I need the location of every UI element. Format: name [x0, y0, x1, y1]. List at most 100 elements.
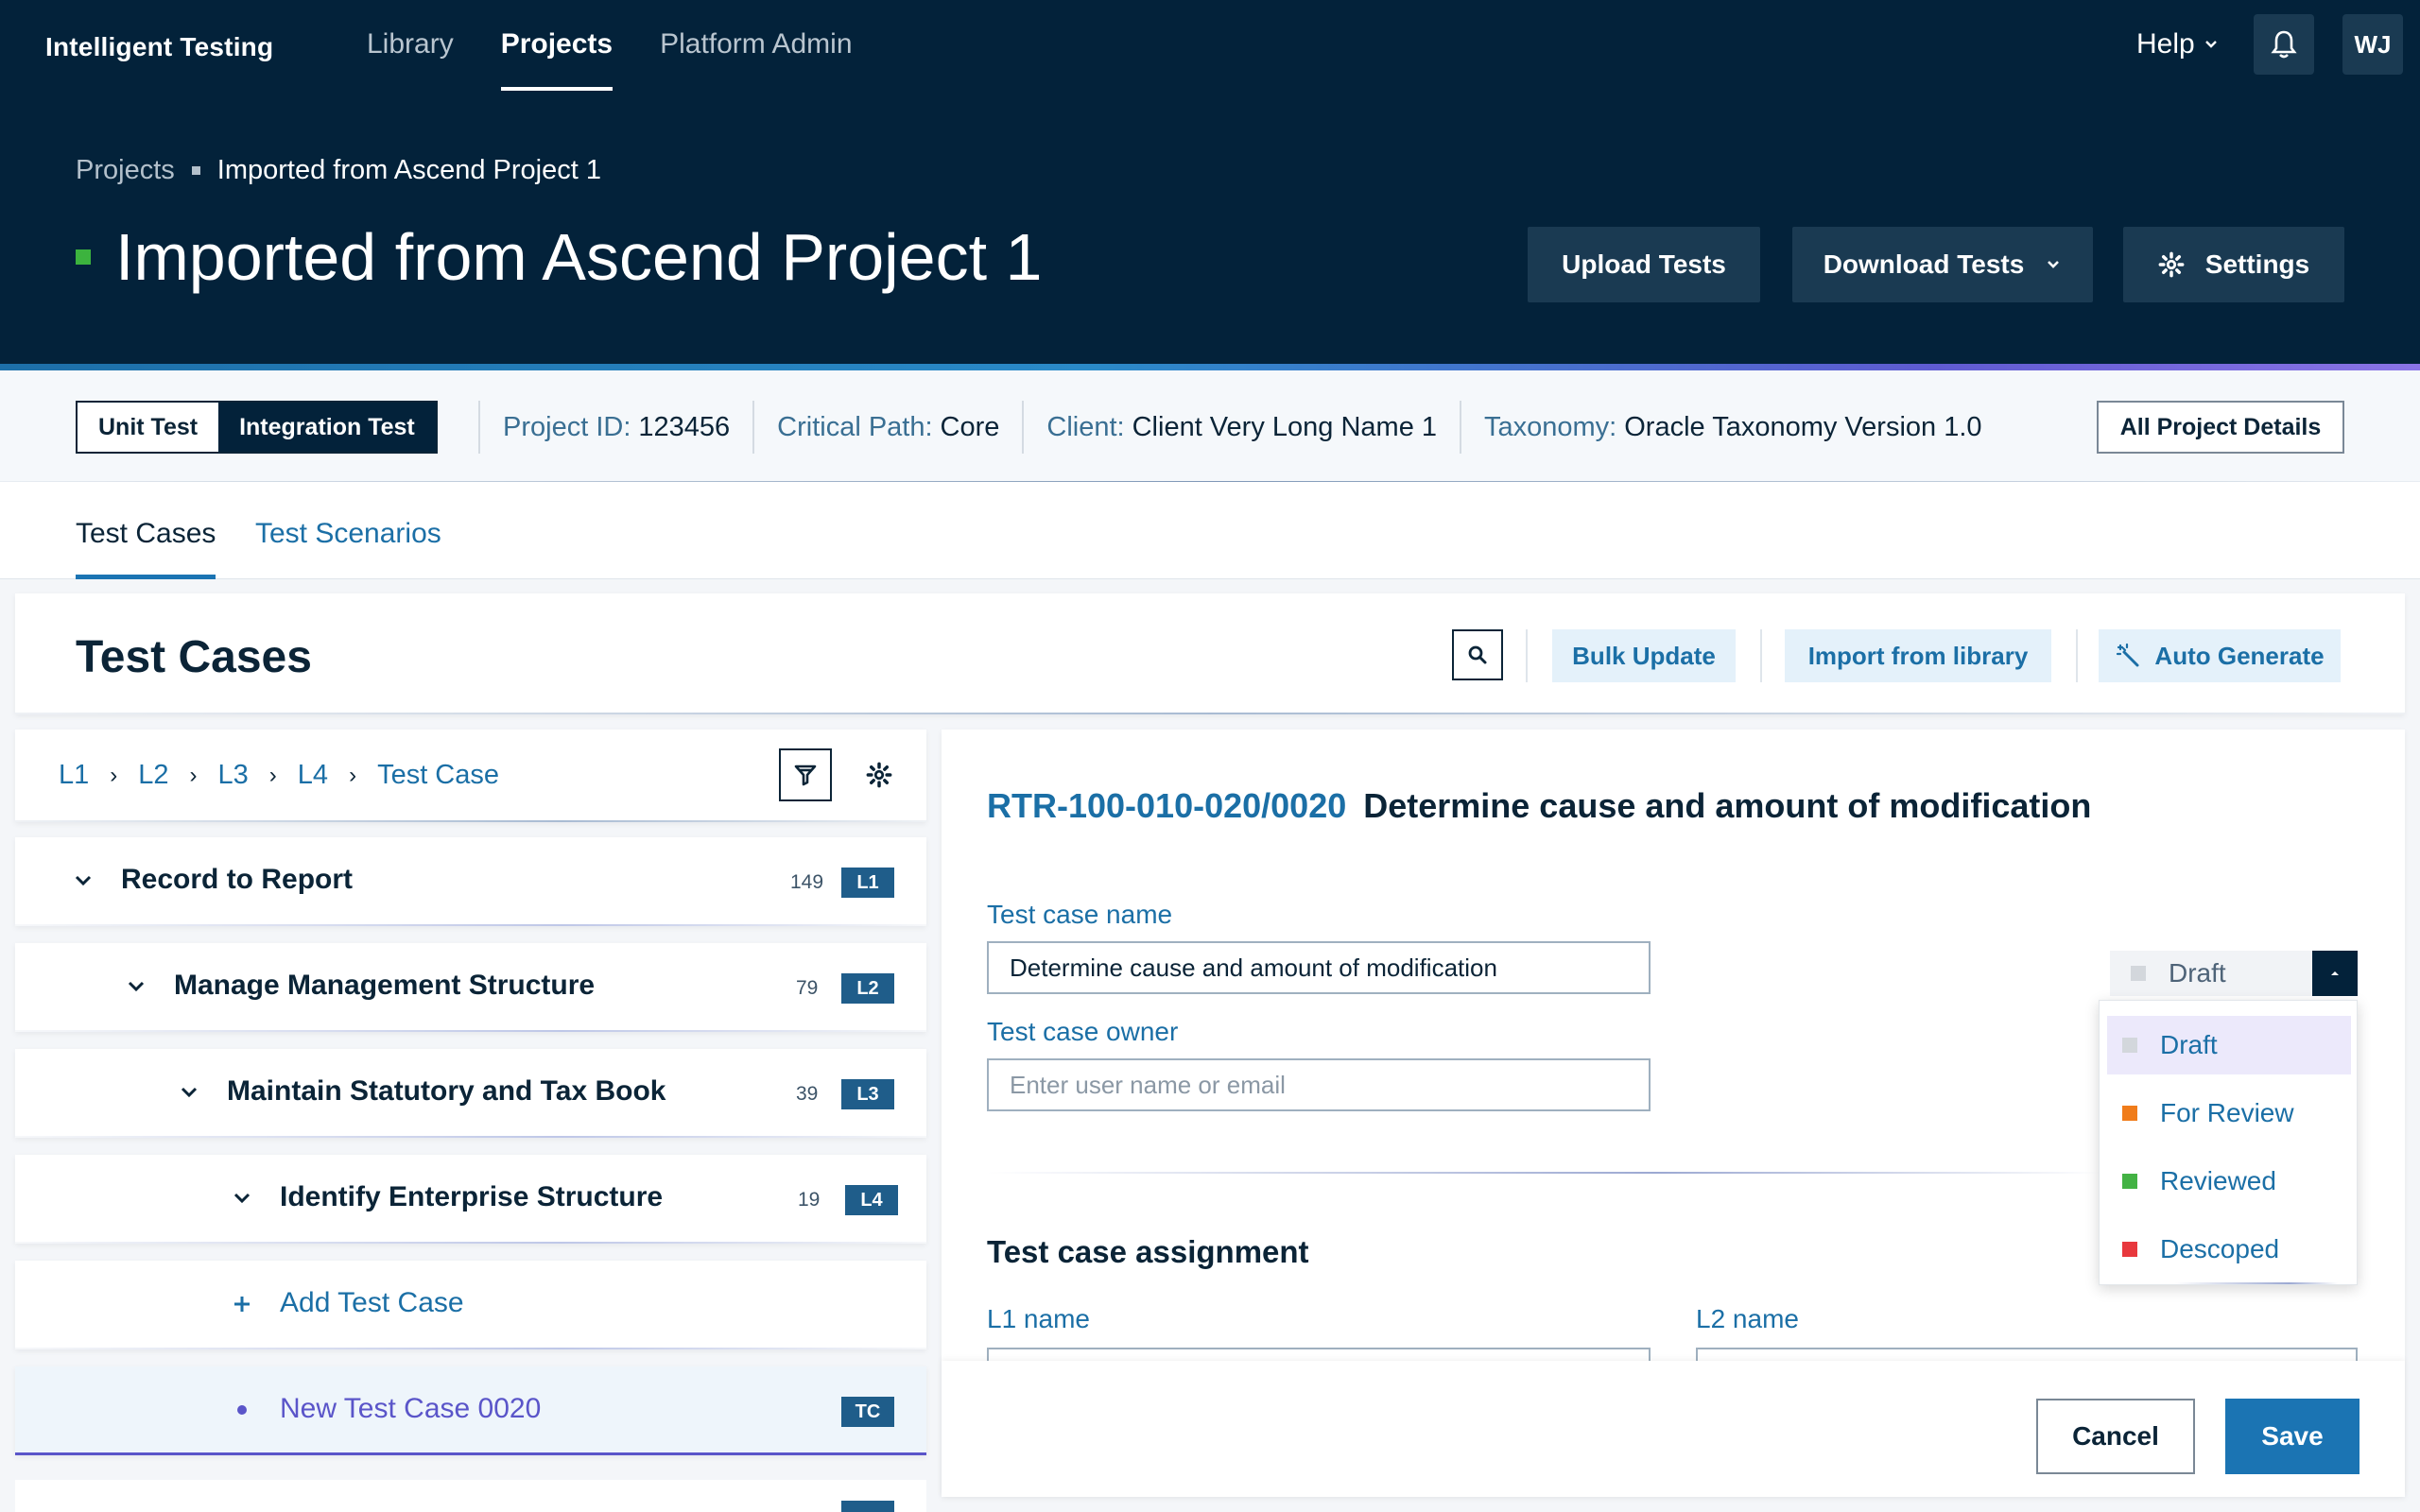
status-option-reviewed[interactable]: Reviewed: [2107, 1152, 2351, 1211]
auto-generate-button[interactable]: Auto Generate: [2099, 629, 2341, 682]
dropdown-toggle[interactable]: [2312, 951, 2358, 996]
toggle-unit-test[interactable]: Unit Test: [78, 403, 219, 452]
level-breadcrumb: L1 › L2 › L3 › L4 › Test Case: [59, 760, 499, 791]
cancel-button[interactable]: Cancel: [2036, 1399, 2195, 1474]
l2-name-label: L2 name: [1696, 1304, 1799, 1333]
level-crumb-l3[interactable]: L3: [218, 760, 249, 791]
all-project-details-button[interactable]: All Project Details: [2097, 401, 2344, 454]
level-badge: [841, 1501, 894, 1512]
taxonomy-label: Taxonomy:: [1484, 411, 1617, 442]
gear-icon: [866, 762, 892, 788]
level-crumb-test-case[interactable]: Test Case: [377, 760, 499, 791]
tree-row-l1[interactable]: Record to Report 149 L1: [15, 837, 926, 926]
level-crumb-l1[interactable]: L1: [59, 760, 89, 791]
chevron-down-icon: [2048, 261, 2060, 268]
divider: [987, 1172, 2102, 1174]
bell-icon: [2271, 30, 2297, 59]
toggle-integration-test[interactable]: Integration Test: [218, 403, 436, 452]
import-from-library-button[interactable]: Import from library: [1785, 629, 2051, 682]
magic-wand-icon: [2117, 643, 2139, 667]
client: Client: Client Very Long Name 1: [1022, 401, 1460, 454]
status-menu: Draft For Review Reviewed Descoped: [2099, 1000, 2358, 1285]
status-option-draft[interactable]: Draft: [2107, 1016, 2351, 1074]
critical-path-label: Critical Path:: [777, 411, 933, 442]
tree-row-l2[interactable]: Manage Management Structure 79 L2: [15, 943, 926, 1032]
status-option-descoped[interactable]: Descoped: [2107, 1220, 2351, 1279]
tab-test-scenarios[interactable]: Test Scenarios: [255, 518, 441, 579]
test-case-title: Determine cause and amount of modificati…: [1363, 786, 2092, 825]
level-badge: L4: [845, 1185, 898, 1215]
chevron-right-icon: ›: [349, 762, 357, 788]
test-cases-toolbar: Test Cases Bulk Update Import from libra…: [15, 593, 2405, 714]
detail-footer: Cancel Save: [942, 1361, 2405, 1497]
tree-row-count: 149: [790, 871, 824, 893]
level-crumb-l2[interactable]: L2: [138, 760, 168, 791]
l1-name-input[interactable]: [987, 1348, 1651, 1361]
project-id-label: Project ID:: [503, 411, 631, 442]
download-tests-button[interactable]: Download Tests: [1792, 227, 2093, 302]
tree-row-l3[interactable]: Maintain Statutory and Tax Book 39 L3: [15, 1049, 926, 1138]
help-menu[interactable]: Help: [2136, 28, 2220, 60]
status-dropdown[interactable]: Draft: [2110, 951, 2358, 996]
status-swatch: [2122, 1106, 2137, 1121]
test-case-owner-label: Test case owner: [987, 1017, 1179, 1046]
settings-label: Settings: [2204, 249, 2310, 279]
breadcrumb-separator: [191, 166, 200, 175]
tab-test-cases[interactable]: Test Cases: [76, 518, 216, 579]
section-title: Test Cases: [76, 632, 312, 682]
chevron-down-icon[interactable]: [178, 1081, 200, 1104]
bulk-update-button[interactable]: Bulk Update: [1552, 629, 1736, 682]
nav-projects[interactable]: Projects: [500, 28, 614, 91]
divider: [15, 1136, 926, 1138]
brand-name[interactable]: Intelligent Testing: [45, 32, 273, 62]
chevron-up-icon: [2331, 971, 2339, 975]
chevron-down-icon[interactable]: [231, 1187, 253, 1210]
gear-icon: [2158, 251, 2185, 278]
tree-row-test-case-selected[interactable]: New Test Case 0020 TC: [15, 1366, 926, 1455]
status-option-label: For Review: [2160, 1098, 2294, 1127]
project-id-value: 123456: [638, 411, 731, 442]
tree-row-label: Record to Report: [121, 864, 354, 895]
tree-row-l4[interactable]: Identify Enterprise Structure 19 L4: [15, 1155, 926, 1244]
level-crumb-l4[interactable]: L4: [298, 760, 328, 791]
save-button[interactable]: Save: [2225, 1399, 2360, 1474]
add-test-case-row[interactable]: Add Test Case: [15, 1261, 926, 1349]
level-badge: L2: [841, 973, 894, 1004]
tree-row-label: Manage Management Structure: [174, 970, 596, 1001]
test-case-owner-input[interactable]: Enter user name or email: [987, 1058, 1651, 1111]
chevron-down-icon[interactable]: [125, 975, 147, 998]
project-info-bar: Unit Test Integration Test Project ID: 1…: [0, 370, 2420, 483]
upload-tests-button[interactable]: Upload Tests: [1528, 227, 1760, 302]
status-swatch: [2131, 966, 2146, 981]
settings-button[interactable]: Settings: [2123, 227, 2344, 302]
chevron-down-icon[interactable]: [72, 869, 95, 892]
test-case-name-input[interactable]: Determine cause and amount of modificati…: [987, 941, 1651, 994]
tree-settings-button[interactable]: [855, 750, 904, 799]
main-nav: Library Projects Platform Admin: [367, 28, 853, 91]
help-label: Help: [2136, 28, 2195, 60]
test-case-code: RTR-100-010-020/0020: [987, 786, 1347, 825]
divider: [15, 1452, 926, 1455]
status-swatch: [2122, 1174, 2137, 1189]
level-badge: L3: [841, 1079, 894, 1109]
tree-row-partial[interactable]: [15, 1480, 926, 1512]
level-badge: TC: [841, 1397, 894, 1427]
divider: [1526, 629, 1528, 682]
content-tabs: Test Cases Test Scenarios: [0, 482, 2420, 579]
status-option-label: Draft: [2160, 1030, 2218, 1059]
filter-icon: [794, 765, 817, 786]
notifications-button[interactable]: [2254, 14, 2314, 75]
tree-row-label: Identify Enterprise Structure: [280, 1181, 664, 1212]
user-avatar[interactable]: WJ: [2342, 14, 2403, 75]
l2-name-input[interactable]: [1696, 1348, 2358, 1361]
filter-button[interactable]: [779, 748, 832, 801]
taxonomy-value: Oracle Taxonomy Version 1.0: [1624, 411, 1982, 442]
status-swatch: [2122, 1242, 2137, 1257]
search-button[interactable]: [1452, 629, 1503, 680]
nav-library[interactable]: Library: [367, 28, 454, 91]
breadcrumb-projects[interactable]: Projects: [76, 155, 175, 186]
tree-row-label: Maintain Statutory and Tax Book: [227, 1075, 666, 1107]
status-option-for-review[interactable]: For Review: [2107, 1084, 2351, 1143]
nav-platform-admin[interactable]: Platform Admin: [660, 28, 852, 91]
divider: [15, 1242, 926, 1244]
